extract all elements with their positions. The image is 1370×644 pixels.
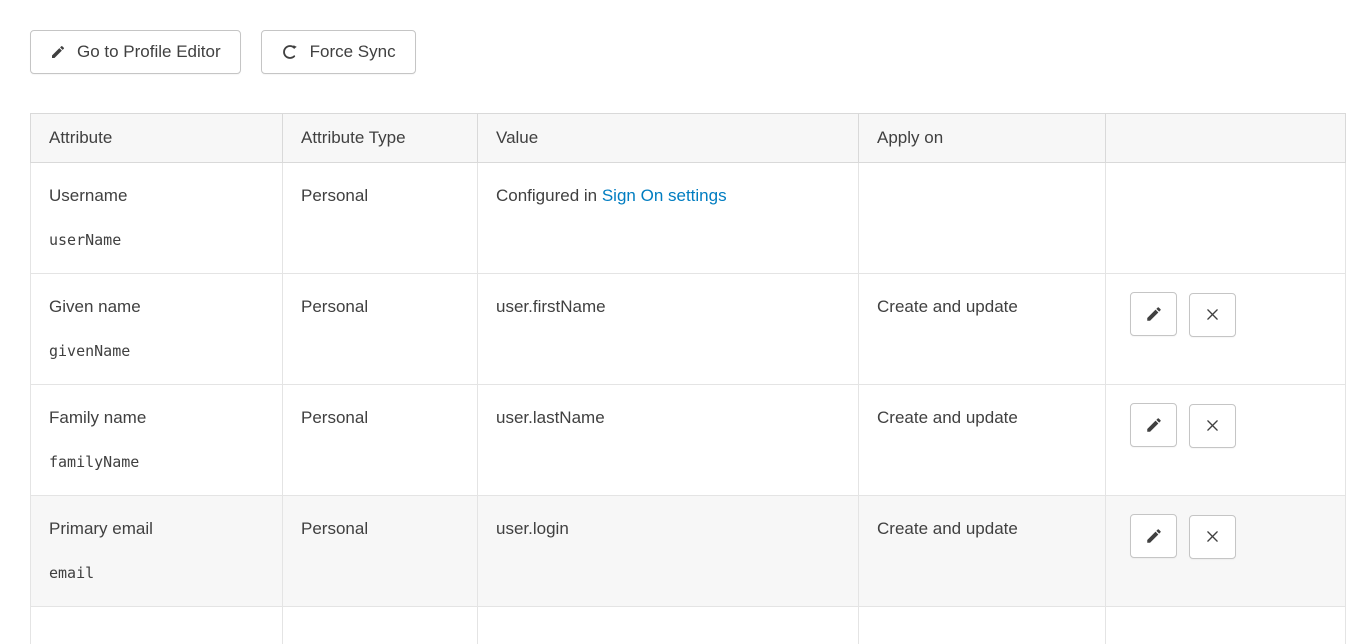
attribute-type-value: Personal [301,408,368,427]
attribute-mappings-page: Go to Profile Editor Force Sync Attribut… [0,0,1370,644]
edit-attribute-button[interactable] [1130,403,1177,447]
actions-cell [1106,163,1346,274]
value-cell: user.login [478,496,859,607]
attribute-cell: Primary email email [31,496,283,607]
column-header-value: Value [478,114,859,163]
attribute-display-name: Family name [49,408,264,428]
attribute-variable-name: email [49,564,264,582]
value-cell: user.firstName [478,274,859,385]
apply-on-cell: Create and update [859,496,1106,607]
value-cell: Configured in Sign On settings [478,163,859,274]
attribute-cell: Given name givenName [31,274,283,385]
attribute-mappings-table: Attribute Attribute Type Value Apply on … [30,113,1346,644]
pencil-icon [1145,305,1163,323]
table-row: Primary email email Personal user.login … [31,496,1346,607]
edit-attribute-button[interactable] [1130,292,1177,336]
force-sync-button[interactable]: Force Sync [261,30,416,74]
table-header: Attribute Attribute Type Value Apply on [31,114,1346,163]
attribute-display-name: Given name [49,297,264,317]
go-to-profile-editor-label: Go to Profile Editor [77,42,221,62]
force-sync-label: Force Sync [310,42,396,62]
attribute-type-cell: Personal [283,163,478,274]
apply-on-value: Create and update [877,519,1018,538]
actions-cell [1106,385,1346,496]
close-icon [1204,417,1221,434]
pencil-icon [1145,527,1163,545]
attribute-type-value: Personal [301,186,368,205]
column-header-apply-on: Apply on [859,114,1106,163]
attribute-cell: Family name familyName [31,385,283,496]
attribute-display-name: Primary email [49,519,264,539]
pencil-icon [50,44,66,60]
table-row: Username userName Personal Configured in… [31,163,1346,274]
refresh-icon [281,43,299,61]
attribute-variable-name: userName [49,231,264,249]
attribute-type-cell: Personal [283,385,478,496]
table-row-partial [31,607,1346,644]
apply-on-value: Create and update [877,297,1018,316]
apply-on-cell: Create and update [859,274,1106,385]
table-row: Family name familyName Personal user.las… [31,385,1346,496]
attribute-display-name: Username [49,186,264,206]
remove-attribute-button[interactable] [1189,404,1236,448]
apply-on-cell [859,163,1106,274]
close-icon [1204,528,1221,545]
apply-on-value: Create and update [877,408,1018,427]
table-row: Given name givenName Personal user.first… [31,274,1346,385]
attribute-variable-name: familyName [49,453,264,471]
value-cell: user.lastName [478,385,859,496]
remove-attribute-button[interactable] [1189,515,1236,559]
column-header-attribute: Attribute [31,114,283,163]
attribute-cell [31,607,283,644]
edit-attribute-button[interactable] [1130,514,1177,558]
toolbar: Go to Profile Editor Force Sync [30,30,1370,74]
apply-on-cell [859,607,1106,644]
sign-on-settings-link[interactable]: Sign On settings [602,186,727,205]
attribute-variable-name: givenName [49,342,264,360]
pencil-icon [1145,416,1163,434]
value-prefix-text: Configured in [496,186,602,205]
remove-attribute-button[interactable] [1189,293,1236,337]
attribute-type-cell: Personal [283,274,478,385]
actions-cell [1106,496,1346,607]
column-header-attribute-type: Attribute Type [283,114,478,163]
value-cell [478,607,859,644]
attribute-cell: Username userName [31,163,283,274]
column-header-actions [1106,114,1346,163]
go-to-profile-editor-button[interactable]: Go to Profile Editor [30,30,241,74]
apply-on-cell: Create and update [859,385,1106,496]
value-text: user.login [496,519,569,538]
actions-cell [1106,607,1346,644]
actions-cell [1106,274,1346,385]
close-icon [1204,306,1221,323]
attribute-type-cell: Personal [283,496,478,607]
attribute-type-cell [283,607,478,644]
value-text: user.lastName [496,408,605,427]
value-text: user.firstName [496,297,606,316]
attribute-type-value: Personal [301,297,368,316]
attribute-type-value: Personal [301,519,368,538]
